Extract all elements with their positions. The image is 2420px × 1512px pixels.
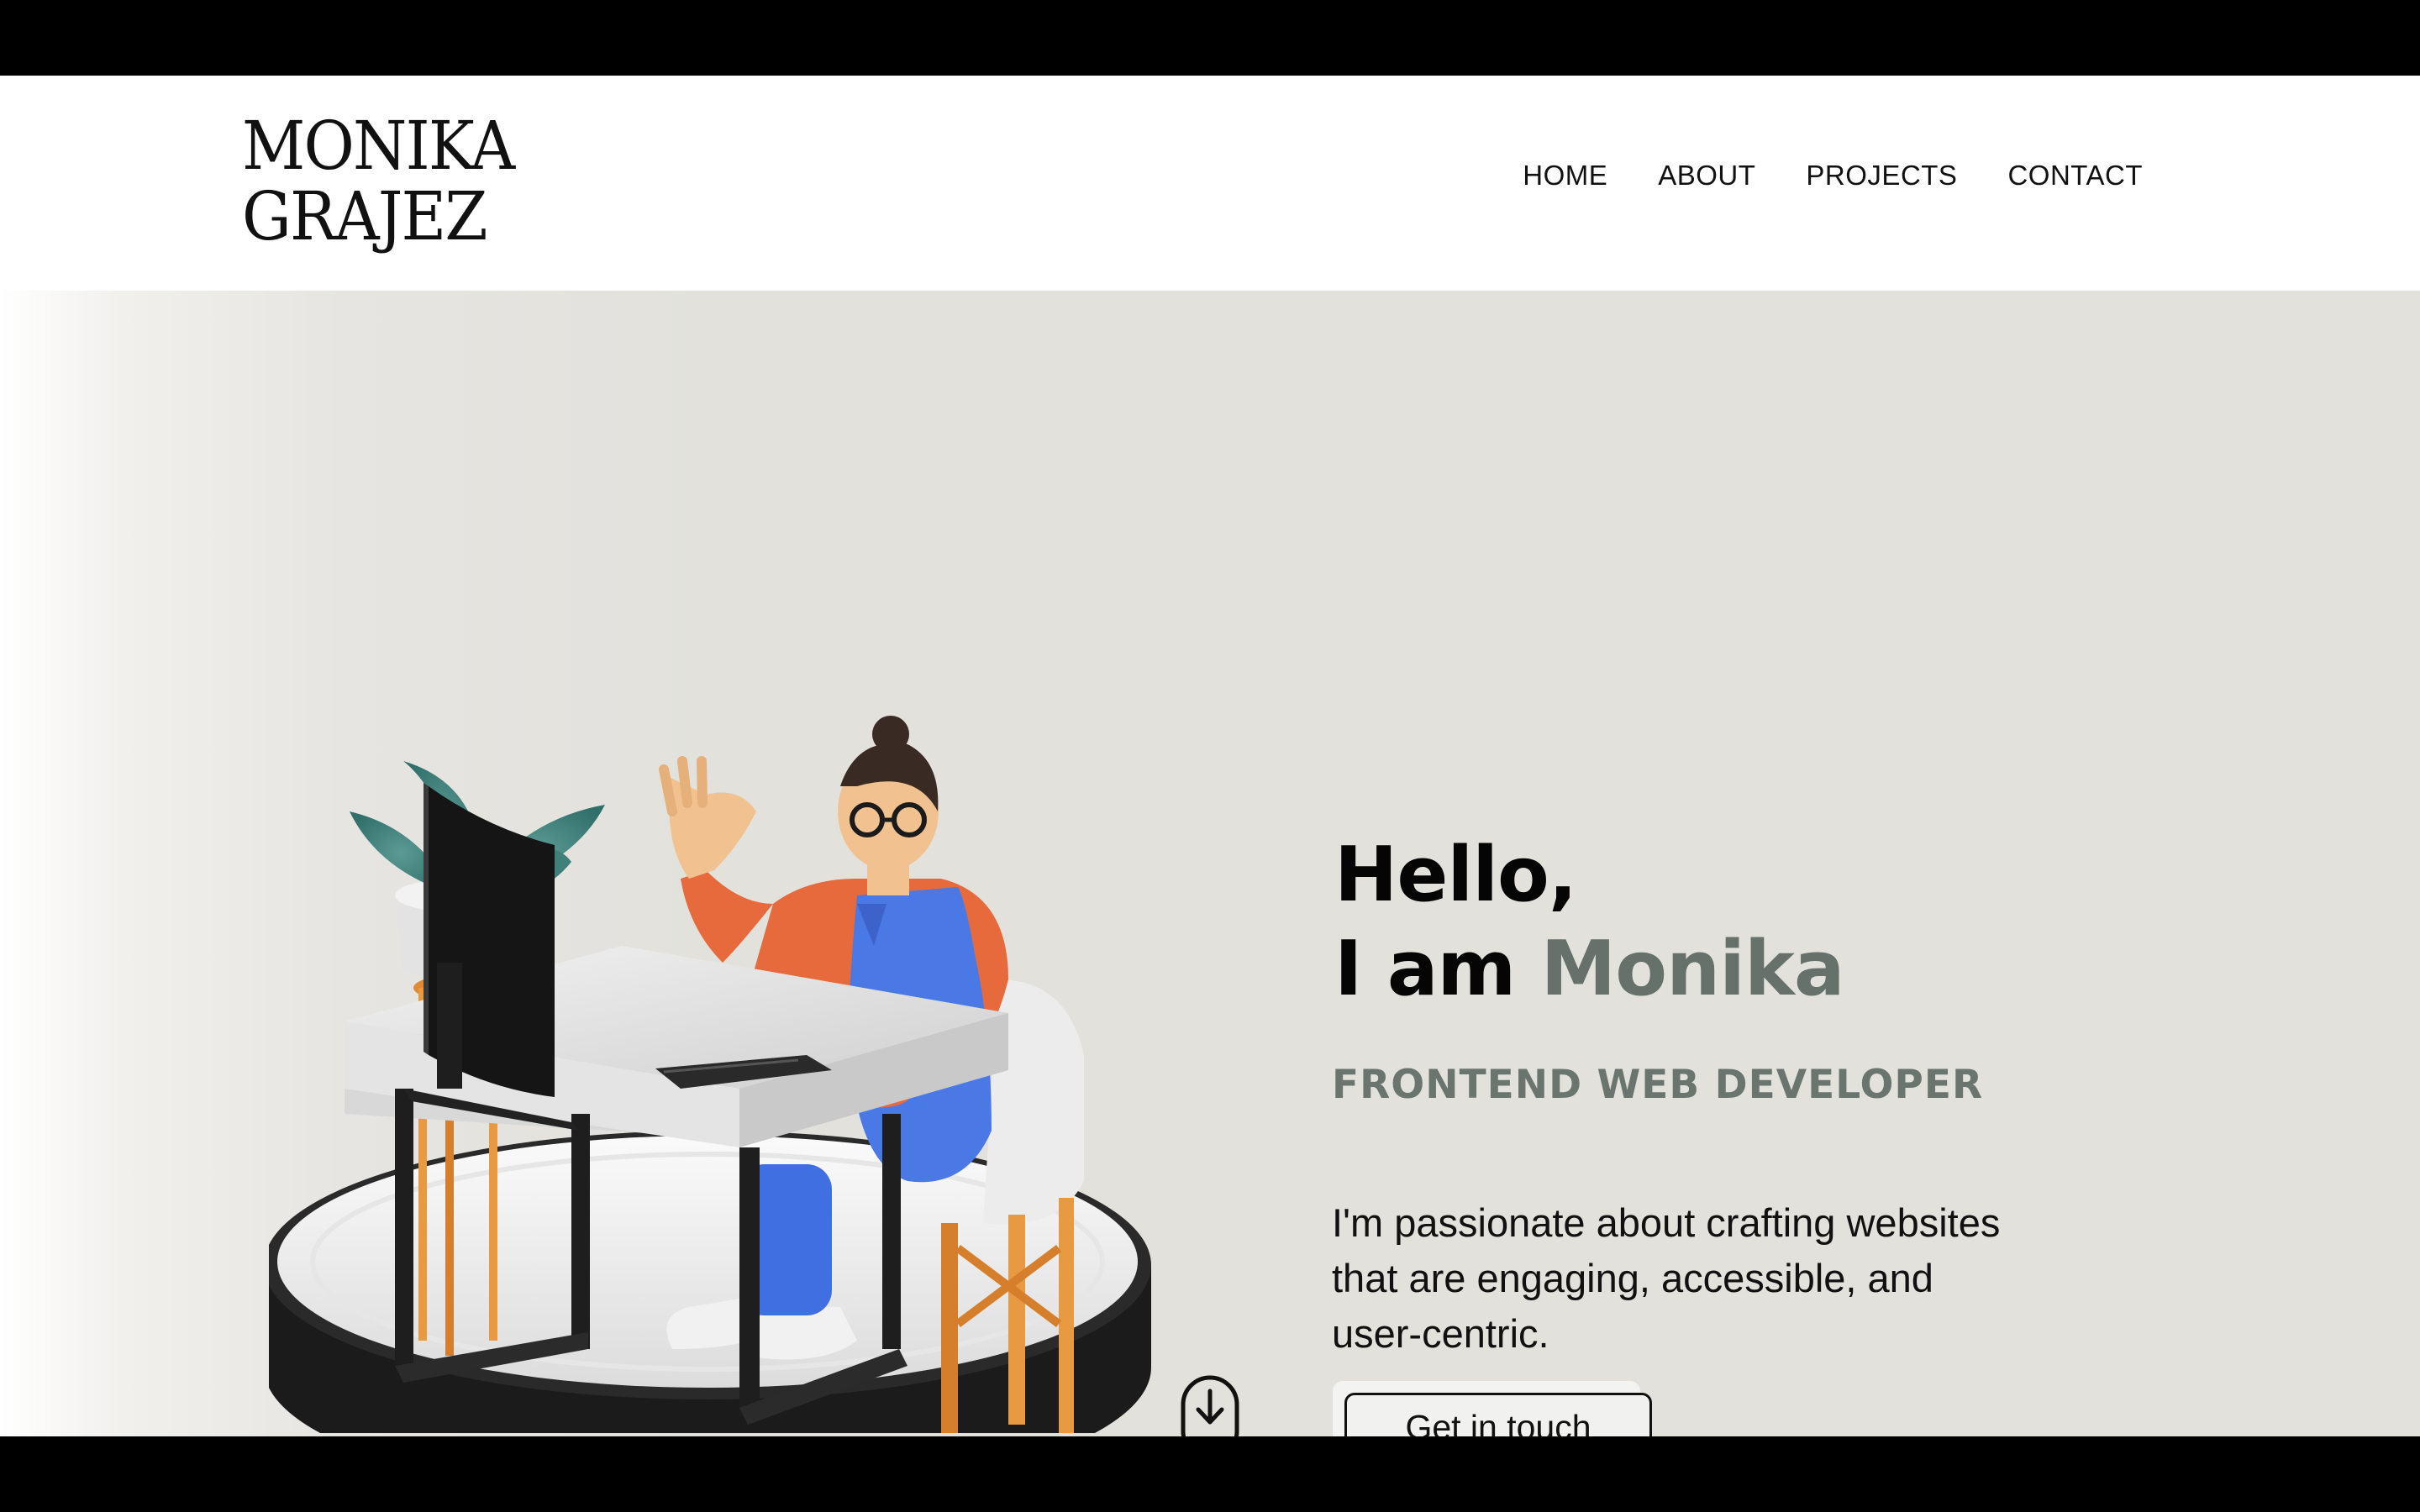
get-in-touch-button[interactable]: Get in touch: [1344, 1393, 1652, 1436]
nav-link-contact[interactable]: CONTACT: [2007, 160, 2143, 192]
nav-link-projects[interactable]: PROJECTS: [1806, 160, 1957, 192]
intro-prefix: I am: [1334, 925, 1541, 1013]
hero-role: FRONTEND WEB DEVELOPER: [1332, 1062, 1984, 1108]
greeting: Hello,: [1334, 831, 1577, 919]
main-nav: HOME ABOUT PROJECTS CONTACT: [1472, 160, 2143, 192]
site-header: MONIKA GRAJEZ HOME ABOUT PROJECTS CONTAC…: [0, 76, 2420, 291]
nav-link-home[interactable]: HOME: [1523, 160, 1607, 192]
hero-name: Monika: [1540, 925, 1845, 1013]
logo-line-2: GRAJEZ: [242, 177, 488, 255]
cta-container: Get in touch: [1333, 1381, 1654, 1436]
site-logo[interactable]: MONIKA GRAJEZ: [242, 107, 515, 255]
mouse-scroll-down-icon[interactable]: [1180, 1374, 1240, 1436]
logo-line-1: MONIKA: [242, 107, 515, 185]
hero-description: I'm passionate about crafting websites t…: [1332, 1200, 2001, 1356]
hero-title: Hello, I am Monika: [1334, 828, 2175, 1016]
hero-section: Hello, I am Monika FRONTEND WEB DEVELOPE…: [0, 291, 2420, 1436]
developer-at-desk-illustration: [269, 716, 1151, 1433]
nav-link-about[interactable]: ABOUT: [1658, 160, 1755, 192]
page-frame: MONIKA GRAJEZ HOME ABOUT PROJECTS CONTAC…: [0, 76, 2420, 1436]
hero-heading: Hello, I am Monika: [1334, 828, 2175, 1016]
